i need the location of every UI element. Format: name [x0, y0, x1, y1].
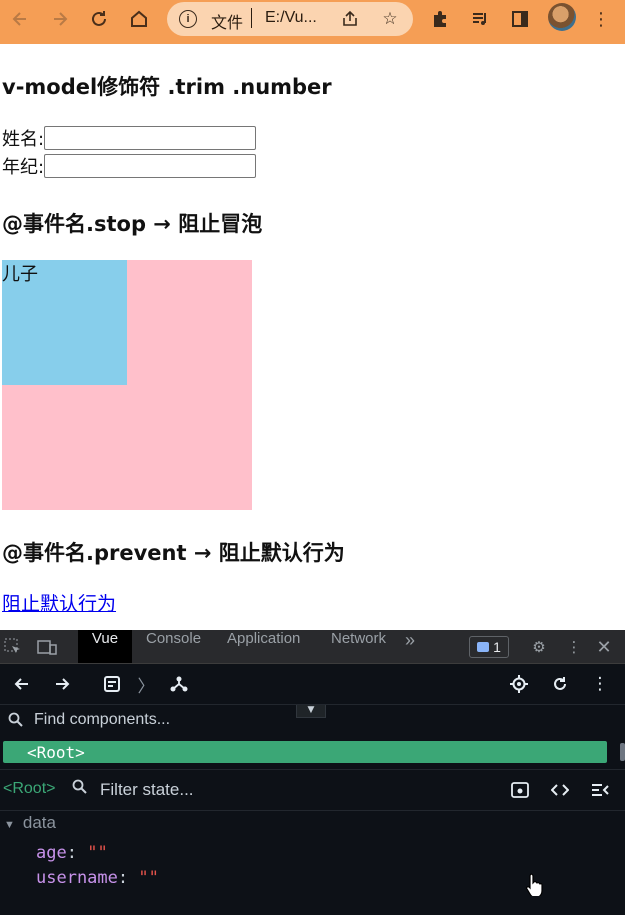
filter-state-input[interactable]: Filter state... [100, 780, 194, 800]
son-label: 儿子 [2, 264, 38, 285]
kebab-menu-icon[interactable]: ⋮ [587, 5, 615, 33]
more-tabs-icon[interactable]: » [405, 630, 415, 663]
url-text: E:/Vu... [265, 9, 317, 26]
browser-toolbar: i 文件 E:/Vu... ☆ ⋮ [0, 0, 625, 44]
inspect-element-icon[interactable] [3, 637, 23, 657]
data-section-label: data [22, 813, 56, 832]
state-prop-username[interactable]: username: "" [36, 868, 159, 888]
age-row: 年纪: [2, 153, 257, 179]
son-box[interactable]: 儿子 [2, 260, 127, 385]
issues-badge[interactable]: 1 [469, 636, 509, 658]
devtools-kebab-icon[interactable]: ⋮ [564, 637, 584, 657]
target-select-icon[interactable] [508, 673, 530, 695]
home-icon[interactable] [125, 5, 153, 33]
prop-key: username [36, 868, 118, 888]
eye-icon[interactable] [509, 779, 531, 801]
scrollbar[interactable] [620, 743, 625, 761]
reload-icon[interactable] [85, 5, 113, 33]
gear-icon[interactable]: ⚙ [529, 637, 549, 657]
selected-component-label: <Root> [3, 780, 56, 797]
chevron-right-icon: 〉 [137, 676, 155, 697]
close-icon[interactable]: ✕ [594, 637, 614, 658]
code-icon[interactable] [549, 779, 571, 801]
component-tree-root[interactable]: <Root> [3, 741, 607, 763]
timeline-tree-icon[interactable] [168, 673, 190, 695]
collapse-list-icon[interactable] [589, 779, 611, 801]
age-input[interactable] [44, 154, 257, 178]
name-row: 姓名: [2, 125, 257, 151]
state-prop-age[interactable]: age: "" [36, 843, 108, 863]
forward-arrow-icon[interactable] [51, 673, 73, 695]
message-icon [477, 642, 490, 652]
hand-cursor-icon [526, 872, 544, 898]
device-toolbar-icon[interactable] [37, 637, 57, 657]
search-icon [72, 779, 88, 799]
data-section-header[interactable]: ▼ data [4, 813, 56, 833]
issues-count: 1 [493, 639, 501, 655]
search-icon [8, 712, 24, 732]
tab-vue[interactable]: Vue [78, 630, 132, 663]
components-icon[interactable] [101, 673, 123, 695]
name-input[interactable] [44, 126, 257, 150]
back-arrow-icon[interactable] [6, 5, 34, 33]
star-icon[interactable]: ☆ [379, 8, 401, 30]
tab-console[interactable]: Console [146, 630, 201, 663]
share-icon[interactable] [339, 8, 361, 30]
refresh-icon[interactable] [549, 673, 571, 695]
tab-application[interactable]: Application [227, 630, 300, 663]
extensions-puzzle-icon[interactable] [426, 5, 454, 33]
prop-value: "" [87, 843, 108, 863]
chevron-down-icon[interactable]: ▼ [296, 705, 326, 718]
root-component-label: <Root> [27, 743, 85, 762]
tab-network[interactable]: Network [331, 630, 386, 663]
triangle-down-icon: ▼ [4, 819, 15, 831]
sidepanel-icon[interactable] [506, 5, 534, 33]
prop-value: "" [138, 868, 159, 888]
page-origin-label: 文件 [211, 13, 244, 32]
name-label: 姓名: [2, 129, 45, 150]
age-label: 年纪: [2, 157, 45, 178]
address-bar[interactable]: i 文件 E:/Vu... ☆ [167, 2, 413, 36]
vue-kebab-icon[interactable]: ⋮ [589, 673, 611, 695]
devtools-tab-bar: Vue Console Application Network » 1 ⚙ ⋮ … [0, 630, 625, 664]
back-arrow-icon[interactable] [11, 673, 33, 695]
vue-toolbar: 〉 ⋮ [0, 664, 625, 705]
prevent-default-link[interactable]: 阻止默认行为 [2, 589, 116, 616]
prop-key: age [36, 843, 67, 863]
profile-avatar[interactable] [548, 3, 576, 31]
info-icon[interactable]: i [179, 10, 197, 28]
find-components-input[interactable]: Find components... [34, 711, 170, 729]
heading-stop: @事件名.stop → 阻止冒泡 [2, 212, 263, 236]
page-content: v-model修饰符 .trim .number 姓名: 年纪: @事件名.st… [0, 44, 625, 630]
state-inspector-bar: <Root> Filter state... [0, 769, 625, 811]
heading-vmodel: v-model修饰符 .trim .number [2, 75, 332, 99]
forward-arrow-icon[interactable] [46, 5, 74, 33]
media-queue-icon[interactable] [466, 5, 494, 33]
father-box[interactable]: 儿子 [2, 260, 252, 510]
divider [251, 8, 252, 28]
heading-prevent: @事件名.prevent → 阻止默认行为 [2, 541, 345, 565]
